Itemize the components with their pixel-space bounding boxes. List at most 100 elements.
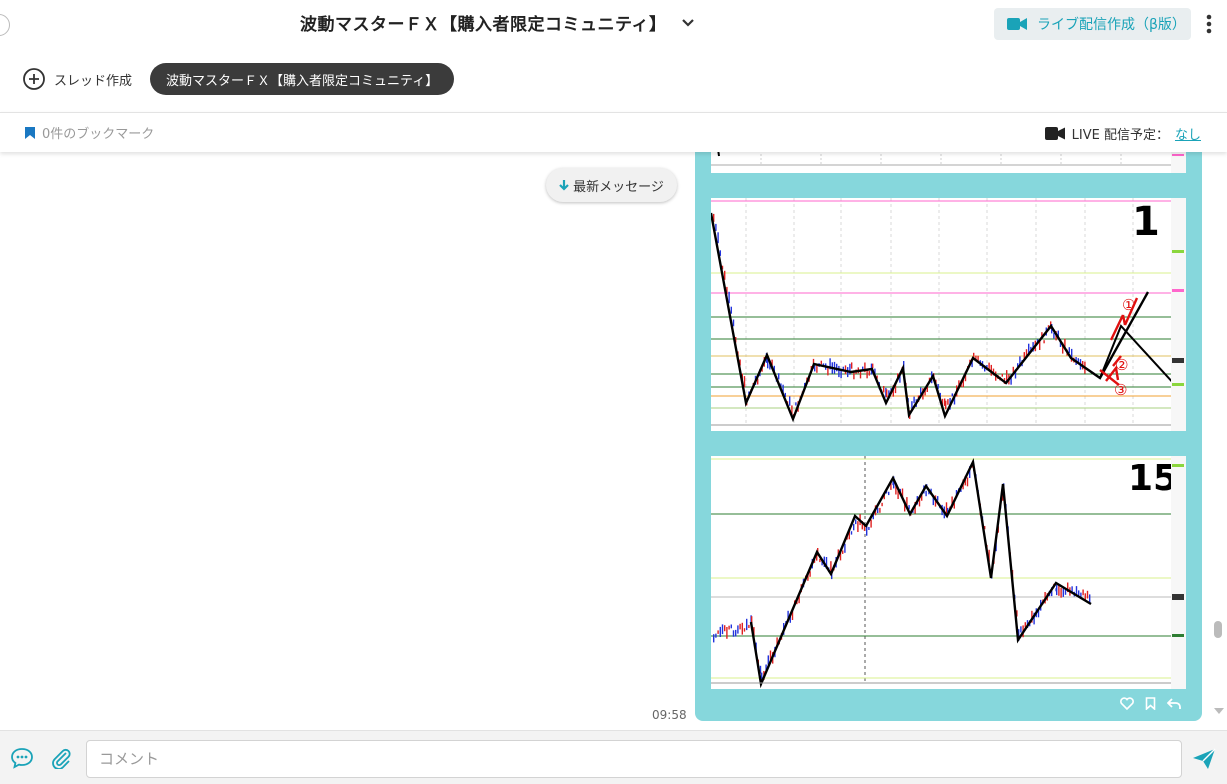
new-thread-label: スレッド作成 [54,73,133,89]
create-live-button[interactable]: ライブ配信作成（β版） [994,8,1191,40]
candle [1060,587,1062,598]
candle [748,624,750,628]
candle [721,624,724,635]
video-camera-icon [1044,127,1065,140]
candle [1056,584,1058,596]
channel-title: 波動マスターＦＸ【購入者限定コミュニティ】 [300,15,667,35]
candle [945,502,948,514]
candle [741,622,743,635]
candle [868,371,870,376]
bookmark-bar: 0件のブックマーク LIVE 配信予定： なし [0,112,1227,152]
candle [726,627,728,639]
reply-icon[interactable] [1167,697,1181,710]
stamp-chat-icon[interactable] [10,747,34,769]
candle [1068,347,1070,353]
candle [844,543,846,553]
candle [715,633,717,638]
candle [1020,626,1022,633]
candle [1043,340,1045,344]
back-button[interactable] [0,14,10,36]
send-icon[interactable] [1191,747,1217,771]
message-timestamp: 09:58 [652,708,687,722]
candle [1086,590,1089,599]
candle [713,634,715,643]
candle [859,370,862,379]
heart-icon[interactable] [1120,697,1134,710]
candle [735,629,737,637]
candle [966,477,969,487]
chat-area[interactable]: 最新メッセージ ① ② ③ 1 15 09:58 [0,152,1227,730]
candle [925,490,927,497]
chart-label-15: 15 [1128,458,1178,499]
candle [855,519,857,525]
bookmark-outline-icon[interactable] [1145,697,1156,710]
annotation-3: ③ [1114,381,1127,399]
thread-bar: スレッド作成 波動マスターＦＸ【購入者限定コミュニティ】 [0,48,1227,112]
candle [872,363,874,369]
chart-label-1: 1 [1132,199,1160,245]
candle [732,630,735,637]
candle [746,618,748,631]
message-actions [1120,697,1181,710]
candle [737,625,739,634]
candle [886,389,888,398]
live-schedule: LIVE 配信予定： なし [1044,124,1201,143]
paperclip-icon[interactable] [50,747,72,769]
candle [879,507,881,513]
candle [853,523,855,531]
candle [883,386,885,393]
candle [913,396,915,404]
chart-image-previous[interactable] [711,152,1186,173]
arrow-down-icon [559,180,569,191]
create-live-label: ライブ配信作成（β版） [1037,17,1186,33]
scrollbar-thumb[interactable] [1214,621,1222,638]
candle [1001,373,1003,377]
candle [945,400,947,410]
candle [827,367,829,376]
candle [868,527,870,530]
candle [778,373,780,380]
candle [1082,589,1084,596]
bookmark-count: 0件のブックマーク [42,127,155,142]
video-camera-icon [1007,18,1027,30]
candle [866,369,868,379]
live-schedule-label: LIVE 配信予定： [1071,128,1169,143]
candle [870,519,872,528]
candle [1006,370,1008,381]
scroll-down-arrow[interactable] [1214,708,1224,714]
composer-bar [0,730,1227,784]
latest-message-label: 最新メッセージ [573,179,664,195]
candle [743,628,746,632]
candle [717,630,719,634]
candle [857,521,859,532]
candle [730,306,732,314]
candle [951,393,953,397]
candle [732,319,735,327]
plus-circle-icon [23,68,45,90]
channel-title-dropdown[interactable]: 波動マスターＦＸ【購入者限定コミュニティ】 [300,10,696,35]
candle [717,232,719,244]
bookmark-link[interactable]: 0件のブックマーク [24,123,154,142]
annotation-2: ② [1115,356,1128,374]
chart-image-1[interactable]: ① ② ③ 1 [711,198,1186,431]
candle [730,624,732,629]
new-thread-button[interactable]: スレッド作成 [22,67,132,91]
annotation-1: ① [1122,296,1135,314]
candle [715,223,717,231]
candle [719,626,721,637]
thread-chip-active[interactable]: 波動マスターＦＸ【購入者限定コミュニティ】 [150,63,455,95]
bookmark-icon [25,126,35,139]
latest-message-button[interactable]: 最新メッセージ [546,168,677,202]
chart-image-15[interactable]: 15 [711,456,1186,689]
live-schedule-value[interactable]: なし [1175,124,1201,143]
candle [820,360,822,365]
more-menu-icon[interactable] [1204,13,1214,35]
candle [947,399,949,405]
candle [842,550,844,554]
candle [724,625,726,632]
candle [888,491,890,496]
candle [789,396,791,406]
top-header: 波動マスターＦＸ【購入者限定コミュニティ】 ライブ配信作成（β版） [0,0,1227,48]
chevron-down-icon [682,18,695,27]
comment-input[interactable] [86,740,1182,778]
